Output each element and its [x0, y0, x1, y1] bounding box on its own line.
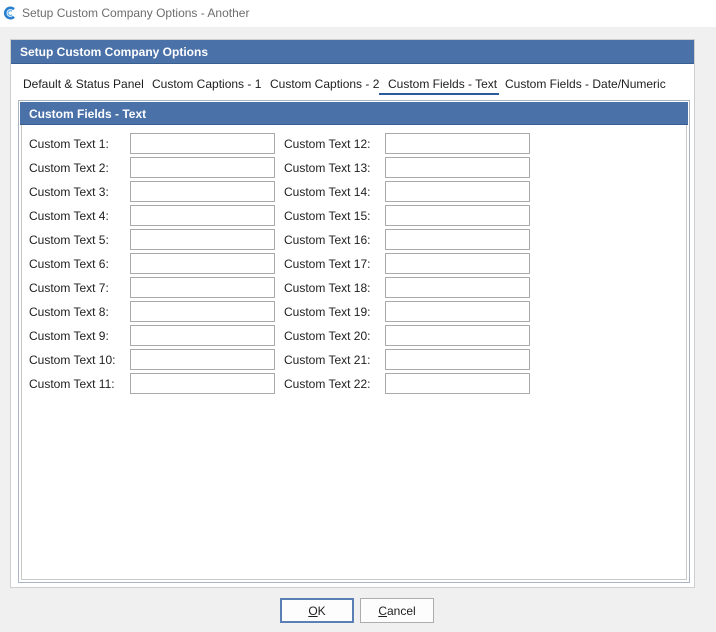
custom-text-input[interactable]: [130, 277, 275, 298]
custom-text-label: Custom Text 2:: [29, 161, 109, 175]
custom-text-label: Custom Text 22:: [284, 377, 371, 391]
custom-text-input[interactable]: [385, 349, 530, 370]
custom-text-label: Custom Text 11:: [29, 377, 115, 391]
custom-text-label: Custom Text 9:: [29, 329, 109, 343]
custom-text-label: Custom Text 6:: [29, 257, 109, 271]
custom-text-input[interactable]: [130, 373, 275, 394]
custom-text-label: Custom Text 10:: [29, 353, 116, 367]
custom-text-input[interactable]: [385, 157, 530, 178]
window-title: Setup Custom Company Options - Another: [22, 6, 250, 20]
tab-custom-captions-2[interactable]: Custom Captions - 2: [270, 72, 379, 95]
custom-text-input[interactable]: [385, 205, 530, 226]
custom-text-label: Custom Text 3:: [29, 185, 109, 199]
custom-text-label: Custom Text 14:: [284, 185, 371, 199]
ok-label-rest: K: [317, 603, 326, 618]
custom-text-label: Custom Text 16:: [284, 233, 371, 247]
custom-text-label: Custom Text 1:: [29, 137, 109, 151]
custom-text-input[interactable]: [385, 277, 530, 298]
custom-text-input[interactable]: [385, 301, 530, 322]
tab-custom-fields-text[interactable]: Custom Fields - Text: [379, 72, 499, 95]
custom-text-input[interactable]: [130, 349, 275, 370]
custom-text-label: Custom Text 12:: [284, 137, 371, 151]
custom-text-label: Custom Text 13:: [284, 161, 371, 175]
custom-text-input[interactable]: [130, 157, 275, 178]
custom-text-input[interactable]: [130, 301, 275, 322]
custom-text-label: Custom Text 17:: [284, 257, 371, 271]
custom-text-label: Custom Text 21:: [284, 353, 371, 367]
tab-content-custom-fields-text: Custom Fields - Text Custom Text 1: Custo…: [18, 100, 690, 583]
window-titlebar: Setup Custom Company Options - Another: [0, 0, 716, 27]
custom-text-input[interactable]: [385, 133, 530, 154]
custom-text-input[interactable]: [385, 373, 530, 394]
ok-mnemonic: O: [308, 603, 318, 618]
custom-text-input[interactable]: [130, 253, 275, 274]
tab-custom-fields-date-numeric[interactable]: Custom Fields - Date/Numeric: [505, 72, 666, 95]
custom-text-input[interactable]: [130, 133, 275, 154]
custom-text-input[interactable]: [385, 229, 530, 250]
panel-title: Setup Custom Company Options: [11, 40, 694, 64]
custom-text-label: Custom Text 5:: [29, 233, 109, 247]
custom-text-label: Custom Text 19:: [284, 305, 371, 319]
c-logo-icon: [4, 6, 15, 20]
custom-text-label: Custom Text 20:: [284, 329, 371, 343]
custom-text-input[interactable]: [130, 205, 275, 226]
custom-text-input[interactable]: [130, 181, 275, 202]
cancel-label-rest: ancel: [386, 603, 416, 618]
tab-default-status-panel[interactable]: Default & Status Panel: [23, 72, 144, 95]
tab-custom-captions-1[interactable]: Custom Captions - 1: [152, 72, 261, 95]
custom-text-label: Custom Text 18:: [284, 281, 371, 295]
options-panel: Setup Custom Company Options Default & S…: [10, 39, 695, 588]
custom-text-label: Custom Text 8:: [29, 305, 109, 319]
custom-text-input[interactable]: [130, 229, 275, 250]
custom-text-label: Custom Text 4:: [29, 209, 109, 223]
custom-text-input[interactable]: [385, 253, 530, 274]
custom-text-label: Custom Text 15:: [284, 209, 371, 223]
ok-button[interactable]: OK: [280, 598, 354, 623]
cancel-button[interactable]: Cancel: [360, 598, 434, 623]
custom-text-label: Custom Text 7:: [29, 281, 109, 295]
custom-text-input[interactable]: [385, 325, 530, 346]
custom-text-input[interactable]: [130, 325, 275, 346]
cancel-mnemonic: C: [378, 603, 387, 618]
custom-text-input[interactable]: [385, 181, 530, 202]
section-title: Custom Fields - Text: [20, 102, 688, 125]
